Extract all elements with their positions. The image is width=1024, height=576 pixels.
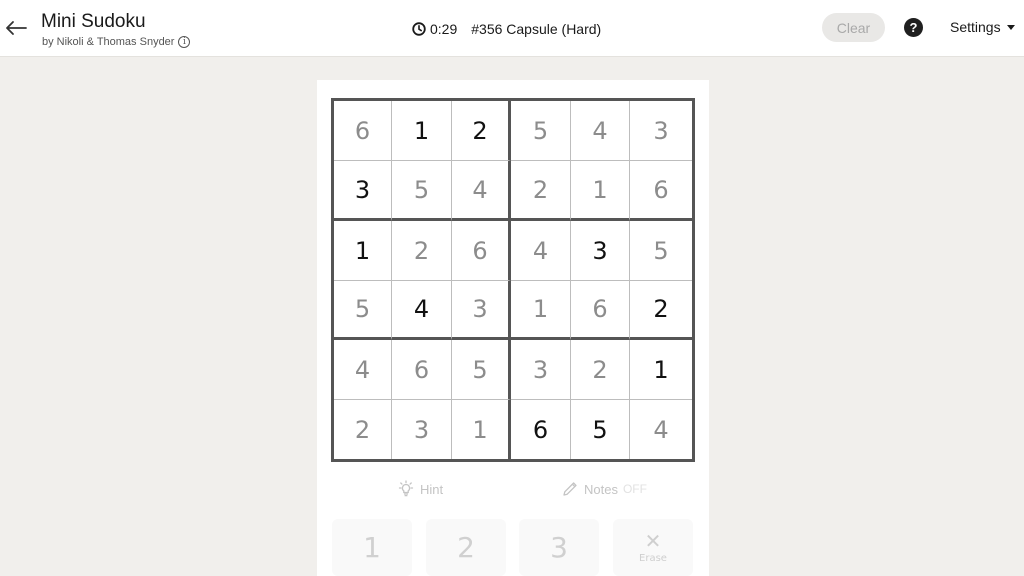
sudoku-cell[interactable]: 6 <box>334 101 392 161</box>
sudoku-cell[interactable]: 3 <box>571 221 630 281</box>
settings-menu[interactable]: Settings <box>950 19 1015 35</box>
sudoku-cell[interactable]: 6 <box>452 221 511 281</box>
sudoku-cell[interactable]: 4 <box>511 221 571 281</box>
sudoku-cell[interactable]: 1 <box>630 340 692 400</box>
notes-state: OFF <box>622 482 647 496</box>
clear-button[interactable]: Clear <box>822 13 885 42</box>
sudoku-cell[interactable]: 4 <box>334 340 392 400</box>
sudoku-cell[interactable]: 1 <box>334 221 392 281</box>
chevron-down-icon <box>1006 24 1015 30</box>
sudoku-cell[interactable]: 3 <box>334 161 392 221</box>
info-icon[interactable]: i <box>178 36 191 48</box>
sudoku-cell[interactable]: 5 <box>452 340 511 400</box>
notes-toggle[interactable]: Notes OFF <box>561 480 647 498</box>
top-bar: Mini Sudoku by Nikoli & Thomas Snyder i … <box>0 0 1024 57</box>
sudoku-cell[interactable]: 2 <box>571 340 630 400</box>
sudoku-cell[interactable]: 3 <box>630 101 692 161</box>
sudoku-cell[interactable]: 4 <box>392 281 452 340</box>
sudoku-cell[interactable]: 5 <box>334 281 392 340</box>
sudoku-cell[interactable]: 3 <box>452 281 511 340</box>
erase-button[interactable]: ✕ Erase <box>613 519 693 576</box>
sudoku-cell[interactable]: 4 <box>452 161 511 221</box>
sudoku-cell[interactable]: 3 <box>511 340 571 400</box>
game-author: by Nikoli & Thomas Snyder i <box>42 36 191 48</box>
sudoku-board: 612543354216126435543162465321231654 <box>331 98 695 462</box>
arrow-left-icon <box>6 21 27 35</box>
sudoku-cell[interactable]: 1 <box>571 161 630 221</box>
hint-label: Hint <box>420 481 444 497</box>
sudoku-cell[interactable]: 2 <box>334 400 392 459</box>
sudoku-cell[interactable]: 6 <box>630 161 692 221</box>
clock-icon <box>412 22 426 36</box>
sudoku-cell[interactable]: 1 <box>452 400 511 459</box>
sudoku-cell[interactable]: 1 <box>392 101 452 161</box>
hint-button[interactable]: Hint <box>397 480 443 498</box>
help-icon[interactable]: ? <box>904 18 923 37</box>
author-text: by Nikoli & Thomas Snyder <box>42 36 175 48</box>
sudoku-cell[interactable]: 4 <box>571 101 630 161</box>
sudoku-cell[interactable]: 5 <box>511 101 571 161</box>
notes-label: Notes <box>584 481 618 497</box>
sudoku-cell[interactable]: 1 <box>511 281 571 340</box>
back-button[interactable] <box>4 14 28 42</box>
sudoku-cell[interactable]: 2 <box>511 161 571 221</box>
pencil-icon <box>563 482 577 496</box>
keypad-2-button[interactable]: 2 <box>426 519 506 576</box>
sudoku-cell[interactable]: 2 <box>630 281 692 340</box>
game-title: Mini Sudoku <box>41 11 146 32</box>
close-icon: ✕ <box>644 529 662 553</box>
erase-label: Erase <box>639 553 667 564</box>
timer: 0:29 <box>430 21 458 37</box>
puzzle-info: 0:29 #356 Capsule (Hard) <box>412 19 601 39</box>
sudoku-cell[interactable]: 5 <box>630 221 692 281</box>
keypad-3-button[interactable]: 3 <box>519 519 599 576</box>
sudoku-cell[interactable]: 6 <box>571 281 630 340</box>
sudoku-cell[interactable]: 5 <box>392 161 452 221</box>
puzzle-name: #356 Capsule (Hard) <box>471 21 602 37</box>
sudoku-cell[interactable]: 2 <box>392 221 452 281</box>
sudoku-cell[interactable]: 3 <box>392 400 452 459</box>
sudoku-cell[interactable]: 6 <box>511 400 571 459</box>
sudoku-cell[interactable]: 6 <box>392 340 452 400</box>
sudoku-cell[interactable]: 4 <box>630 400 692 459</box>
sudoku-cell[interactable]: 5 <box>571 400 630 459</box>
settings-label: Settings <box>950 19 1001 35</box>
sudoku-cell[interactable]: 2 <box>452 101 511 161</box>
keypad-1-button[interactable]: 1 <box>332 519 412 576</box>
lightbulb-icon <box>398 480 414 497</box>
